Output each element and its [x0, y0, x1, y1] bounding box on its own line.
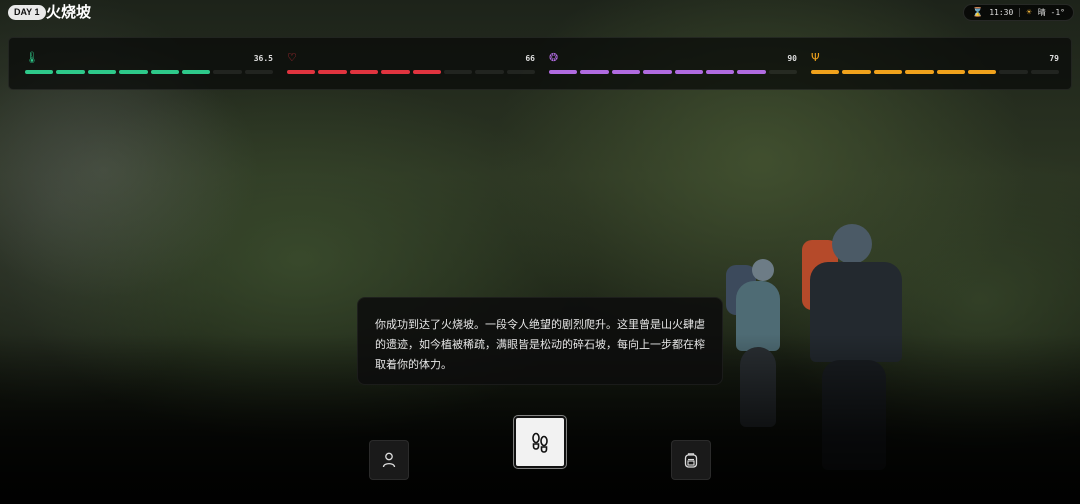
stat-segment — [287, 70, 316, 74]
stat-segment — [999, 70, 1028, 74]
stat-segment — [87, 70, 117, 74]
stat-segment — [213, 70, 242, 74]
day-badge: DAY 1 — [8, 5, 46, 20]
stat-segment — [56, 70, 85, 74]
stat-segment — [349, 70, 379, 74]
stat-value: 36.5 — [253, 54, 273, 63]
stat-segment — [506, 70, 535, 74]
narrative-text: 你成功到达了火烧坡。一段令人绝望的剧烈爬升。这里曾是山火肆虐的遗迹，如今植被稀疏… — [375, 318, 705, 371]
stat-segment — [842, 70, 871, 74]
stat-segment — [549, 70, 578, 74]
stat-value: 66 — [525, 54, 535, 63]
stat-bar — [287, 70, 535, 74]
stat-segment — [412, 70, 441, 74]
stat-segment — [811, 70, 840, 74]
stat-segment — [905, 70, 934, 74]
stat-segment — [737, 70, 766, 74]
time-text: 11:30 — [989, 8, 1014, 17]
stat-bar — [549, 70, 797, 74]
fork-knife-icon: Ψ — [811, 51, 820, 64]
stat-segment — [705, 70, 735, 74]
stat-segment — [381, 70, 410, 74]
thermometer-icon: 🌡 — [25, 51, 39, 64]
stat-segment — [873, 70, 903, 74]
stat-segment — [244, 70, 273, 74]
stat-segment — [119, 70, 148, 74]
stat-segment — [936, 70, 965, 74]
stat-segment — [443, 70, 473, 74]
stat-segment — [611, 70, 641, 74]
stat-value: 79 — [1049, 54, 1059, 63]
stat-segment — [150, 70, 179, 74]
stat-value: 90 — [787, 54, 797, 63]
footprints-icon — [532, 432, 548, 453]
stat-sanity: ❂ 90 — [549, 38, 797, 91]
stat-segment — [967, 70, 997, 74]
stat-segment — [181, 70, 211, 74]
stat-bar — [25, 70, 273, 74]
inventory-button[interactable] — [671, 440, 711, 480]
stat-segment — [643, 70, 672, 74]
stat-temperature: 🌡 36.5 — [25, 38, 273, 91]
weather-text: 晴 -1° — [1037, 8, 1065, 17]
stat-segment — [674, 70, 703, 74]
stat-segment — [25, 70, 54, 74]
hourglass-icon: ⌛ — [972, 7, 984, 18]
sun-icon: ☀ — [1026, 7, 1032, 18]
narrative-box: 你成功到达了火烧坡。一段令人绝望的剧烈爬升。这里曾是山火肆虐的遗迹，如今植被稀疏… — [357, 297, 723, 385]
stat-segment — [318, 70, 347, 74]
stat-segment — [1030, 70, 1059, 74]
walk-button[interactable] — [514, 416, 566, 468]
person-icon — [382, 452, 396, 468]
stat-segment — [580, 70, 609, 74]
stat-segment — [475, 70, 504, 74]
stat-bar — [811, 70, 1059, 74]
brain-icon: ❂ — [549, 51, 559, 64]
status-bar: ⌛ 11:30 ☀ 晴 -1° — [963, 4, 1074, 21]
stat-health: ♡ 66 — [287, 38, 535, 91]
stats-panel: 🌡 36.5 ♡ 66 ❂ 90 Ψ 79 — [8, 37, 1072, 90]
character-button[interactable] — [369, 440, 409, 480]
backpack-icon — [684, 453, 698, 468]
location-title: 火烧坡 — [46, 3, 92, 21]
stat-hunger: Ψ 79 — [811, 38, 1059, 91]
stat-segment — [768, 70, 797, 74]
heart-icon: ♡ — [287, 51, 297, 64]
